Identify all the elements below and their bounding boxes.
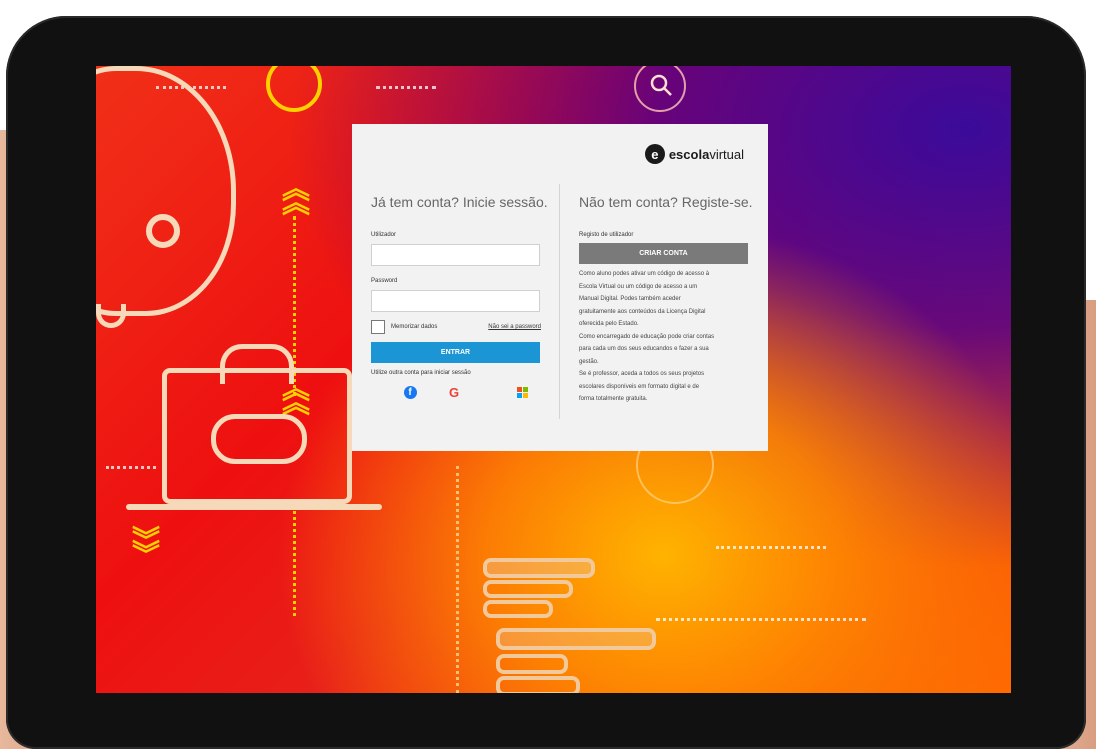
- remember-label: Memorizar dados: [391, 324, 438, 330]
- google-login-button[interactable]: G: [444, 382, 464, 402]
- decorative-dotted-line: [106, 466, 156, 469]
- decorative-dotted-line: [456, 466, 459, 693]
- logo-brand-bold: escola: [668, 146, 710, 162]
- password-input[interactable]: [371, 290, 540, 312]
- gamepad-icon: [211, 414, 307, 464]
- login-heading: Já tem conta? Inicie sessão.: [371, 194, 548, 210]
- register-info-text: Como aluno podes ativar um código de ace…: [579, 271, 715, 402]
- cartoon-kid-mouth: [96, 304, 126, 328]
- decorative-dotted-line: [376, 86, 436, 89]
- decorative-code-block: [483, 558, 595, 578]
- username-input[interactable]: [371, 244, 540, 266]
- login-section: Já tem conta? Inicie sessão. Utilizador …: [371, 194, 548, 406]
- register-label: Registo de utilizador: [579, 232, 634, 238]
- login-card: e escolavirtual Já tem conta? Inicie ses…: [352, 124, 768, 451]
- remember-checkbox[interactable]: [371, 320, 385, 334]
- decorative-dotted-line: [656, 618, 866, 621]
- microsoft-icon: [516, 386, 528, 398]
- forgot-password-link[interactable]: Não sei a password: [488, 324, 541, 330]
- facebook-icon: f: [403, 385, 417, 399]
- column-divider: [559, 184, 560, 419]
- escola-virtual-wordmark: escolavirtual: [669, 147, 744, 162]
- cartoon-kid-hand: [220, 344, 294, 384]
- chevron-down-icon: ︾ ︾: [132, 525, 161, 570]
- laptop-base: [126, 504, 382, 510]
- other-account-label: Utilize outra conta para iniciar sessão: [371, 370, 471, 376]
- decorative-code-block: [483, 580, 573, 598]
- cartoon-kid-eye: [146, 214, 180, 248]
- register-heading: Não tem conta? Registe-se.: [579, 194, 753, 210]
- chevron-up-icon: ︽ ︽: [282, 173, 311, 218]
- register-section: Não tem conta? Registe-se. Registo de ut…: [579, 194, 753, 406]
- decorative-code-block: [483, 600, 553, 618]
- decorative-dotted-line: [716, 546, 826, 549]
- logo-brand-regular: virtual: [709, 146, 744, 162]
- remember-row: Memorizar dados Não sei a password: [371, 320, 541, 334]
- cartoon-kid-head: [96, 66, 236, 316]
- decorative-dotted-line: [293, 506, 296, 616]
- escola-virtual-logo-mark: e: [644, 144, 665, 164]
- username-label: Utilizador: [371, 232, 397, 238]
- decorative-code-block: [496, 676, 580, 693]
- microsoft-login-button[interactable]: [512, 382, 532, 402]
- escola-virtual-logo[interactable]: e escolavirtual: [644, 144, 744, 164]
- social-login-row: f G: [371, 382, 541, 406]
- decorative-yellow-ring: [266, 66, 322, 112]
- enter-button[interactable]: ENTRAR: [371, 342, 540, 363]
- create-account-button[interactable]: CRIAR CONTA: [579, 243, 748, 264]
- search-icon: [650, 74, 672, 96]
- google-icon: G: [448, 384, 460, 400]
- facebook-login-button[interactable]: f: [400, 382, 420, 402]
- decorative-code-block: [496, 654, 568, 674]
- decorative-code-block: [496, 628, 656, 650]
- password-label: Password: [371, 278, 398, 284]
